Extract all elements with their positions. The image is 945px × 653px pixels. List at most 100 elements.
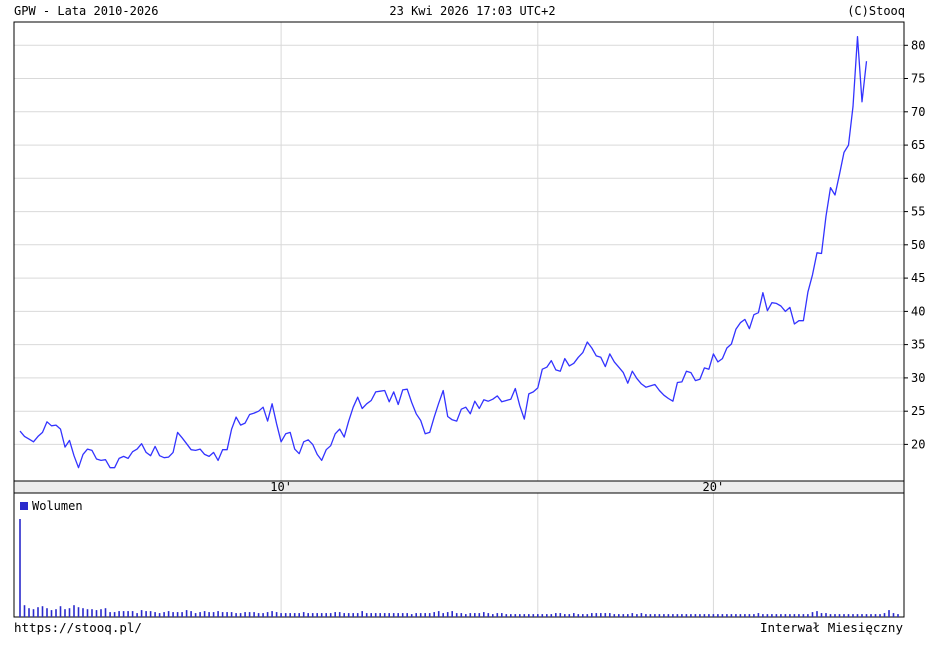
volume-bar (807, 614, 809, 617)
volume-bar (136, 613, 138, 617)
volume-bar (834, 614, 836, 617)
volume-bar (897, 614, 899, 617)
volume-bar (856, 614, 859, 617)
volume-bar (50, 610, 53, 617)
volume-bar (433, 612, 435, 617)
volume-bar (775, 614, 778, 617)
volume-bar (654, 614, 656, 617)
volume-bar (852, 614, 854, 617)
volume-bar (334, 612, 336, 617)
volume-bar (401, 613, 404, 617)
volume-bar (190, 611, 192, 617)
volume-bar (528, 614, 530, 617)
volume-bar (55, 609, 57, 617)
y-tick-label: 30 (911, 371, 925, 385)
volume-bar (451, 611, 453, 617)
volume-bar (861, 614, 863, 617)
volume-bar (32, 609, 35, 617)
x-tick-label: 20' (703, 480, 725, 494)
volume-bar (708, 614, 710, 617)
volume-bar (77, 607, 80, 617)
price-panel-frame (13, 21, 905, 482)
interval-label: Interwał Miesięczny (760, 620, 903, 635)
volume-bar (392, 613, 395, 617)
volume-bar (496, 613, 499, 617)
volume-bar (239, 613, 242, 617)
volume-bar (91, 609, 93, 617)
volume-bar (181, 612, 183, 617)
volume-bar (226, 612, 228, 617)
x-tick-label: 10' (270, 480, 292, 494)
volume-bar (613, 614, 616, 617)
volume-bar (591, 613, 593, 617)
volume-bar (645, 614, 647, 617)
volume-bar (68, 608, 71, 617)
volume-legend-label: Wolumen (32, 499, 83, 513)
volume-bar (379, 613, 381, 617)
volume-bar (280, 613, 282, 617)
volume-bar (23, 605, 26, 617)
volume-bar (307, 613, 309, 617)
volume-bar (185, 610, 188, 617)
volume-bars (19, 519, 899, 617)
volume-bar (874, 614, 877, 617)
volume-bar (820, 613, 823, 617)
volume-bar (631, 613, 634, 617)
volume-bar (356, 613, 359, 617)
volume-bar (442, 613, 444, 617)
volume-bar (555, 613, 557, 617)
volume-bar (762, 614, 764, 617)
volume-bar (883, 613, 886, 617)
volume-bar (559, 613, 562, 617)
volume-bar (735, 614, 737, 617)
volume-bar (338, 612, 341, 617)
volume-bar (478, 613, 481, 617)
volume-bar (208, 612, 210, 617)
volume-bar (95, 610, 98, 617)
volume-bar (370, 613, 372, 617)
volume-bar (829, 614, 832, 617)
volume-bar (73, 605, 75, 617)
volume-bar (721, 614, 724, 617)
volume-bar (352, 613, 354, 617)
volume-bar (514, 614, 517, 617)
source-link[interactable]: https://stooq.pl/ (14, 620, 142, 635)
volume-bar (19, 519, 21, 617)
volume-bar (122, 611, 125, 617)
volume-bar (694, 614, 697, 617)
volume-bar (568, 614, 571, 617)
volume-bar (600, 613, 602, 617)
volume-bar (672, 614, 674, 617)
y-axis: 20 25 30 35 40 45 50 55 60 65 70 75 80 (904, 38, 925, 451)
volume-bar (744, 614, 746, 617)
volume-bar (766, 614, 769, 617)
volume-bar (244, 612, 246, 617)
volume-bar (248, 612, 251, 617)
volume-bar (145, 611, 147, 617)
price-series (19, 35, 868, 469)
volume-bar (604, 613, 607, 617)
volume-bar (347, 613, 350, 617)
volume-bar (37, 607, 39, 617)
volume-bar (446, 612, 449, 617)
volume-bar (847, 614, 850, 617)
volume-bar (118, 611, 120, 617)
volume-bar (505, 614, 508, 617)
volume-bar (564, 614, 566, 617)
volume-bar (131, 611, 134, 617)
volume-bar (266, 612, 269, 617)
volume-bar (302, 612, 305, 617)
y-tick-label: 45 (911, 271, 925, 285)
volume-bar (100, 609, 102, 617)
volume-bar (415, 613, 417, 617)
volume-bar (271, 611, 273, 617)
volume-bar (483, 612, 485, 617)
volume-bar (374, 613, 377, 617)
volume-bar (753, 614, 755, 617)
price-line (19, 35, 868, 469)
volume-bar (541, 614, 544, 617)
volume-bar (658, 614, 661, 617)
volume-bar (757, 613, 760, 617)
y-tick-label: 75 (911, 72, 925, 86)
volume-bar (501, 613, 503, 617)
